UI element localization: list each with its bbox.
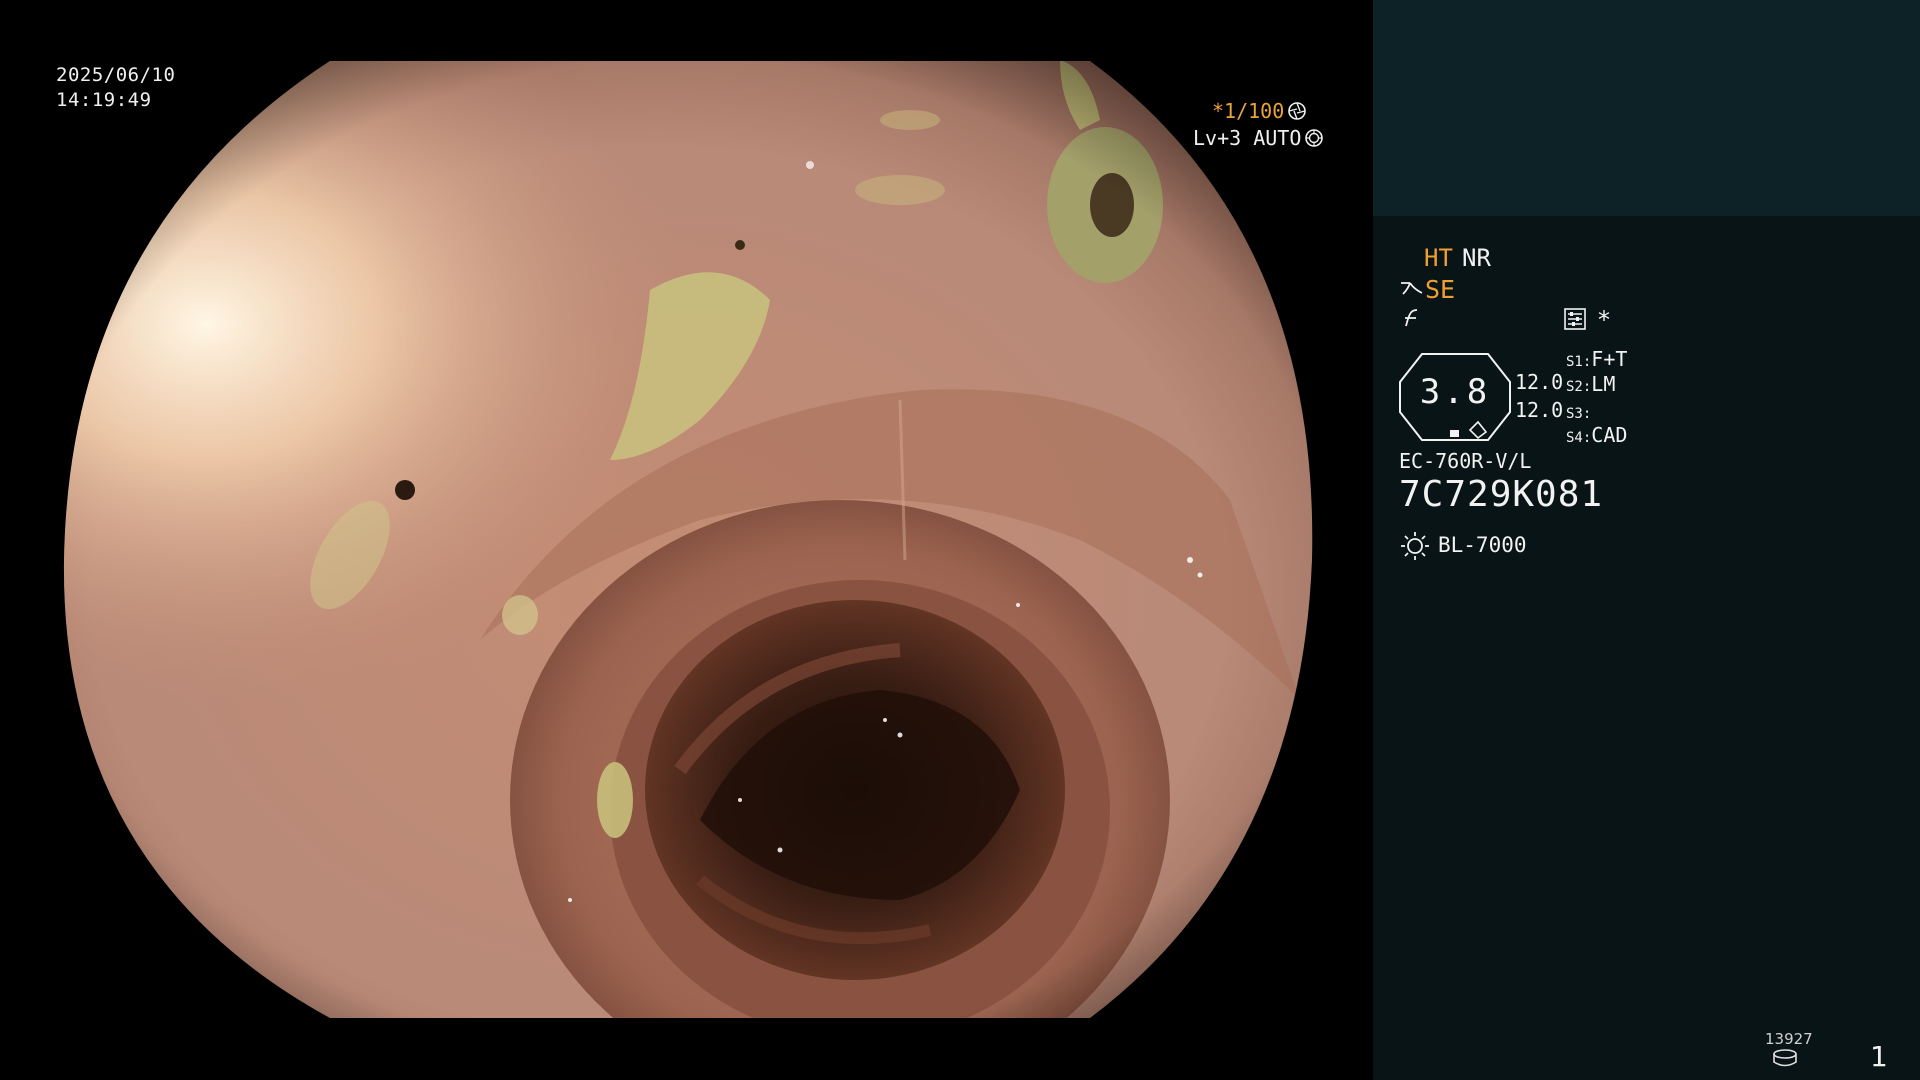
brightness-level: Lv+3 AUTO xyxy=(1193,126,1324,150)
shutter-speed-value: *1/100 xyxy=(1212,99,1285,123)
value-2: 12.0 xyxy=(1515,398,1564,422)
scope-switch-4-key: S4: xyxy=(1566,430,1592,446)
scope-switch-2-key: S2: xyxy=(1566,379,1592,395)
asterisk-indicator: * xyxy=(1598,306,1610,334)
light-source-icon xyxy=(1401,532,1429,560)
scope-switch-3: S3: xyxy=(1566,399,1591,423)
brightness-level-value: Lv+3 AUTO xyxy=(1193,126,1302,150)
nr-indicator: NR xyxy=(1462,244,1491,272)
se-indicator: SE xyxy=(1425,275,1456,304)
exam-time: 14:19:49 xyxy=(56,89,152,111)
ht-indicator: HT xyxy=(1424,244,1453,272)
iris-icon xyxy=(1305,129,1324,147)
scope-switch-1: S1:F+T xyxy=(1566,347,1627,371)
thumbnail-panel xyxy=(1373,0,1920,216)
zoom-value: 3.8 xyxy=(1419,372,1491,412)
page-number: 1 xyxy=(1870,1040,1888,1073)
scope-switch-4: S4:CAD xyxy=(1566,423,1627,447)
storage-disk-icon xyxy=(1773,1049,1797,1067)
scope-switch-2-value: LM xyxy=(1591,372,1616,396)
exam-date: 2025/06/10 xyxy=(56,64,176,86)
scope-switch-3-key: S3: xyxy=(1566,406,1592,422)
scope-switch-1-key: S1: xyxy=(1566,354,1592,370)
status-panel xyxy=(1373,216,1920,1080)
freeze-icon xyxy=(1405,309,1418,327)
value-1: 12.0 xyxy=(1515,370,1564,394)
structure-enhance-icon xyxy=(1401,282,1423,295)
image-count: 13927 xyxy=(1765,1030,1813,1048)
endoscope-image xyxy=(63,61,1313,1018)
light-source-model: BL-7000 xyxy=(1438,533,1527,557)
shutter-speed: *1/100 xyxy=(1212,99,1307,123)
endoscope-view: 2025/06/10 14:19:49 *1/100 Lv+3 AUTO xyxy=(0,0,1372,1080)
scope-model: EC-760R-V/L xyxy=(1399,449,1532,473)
scope-switch-2: S2:LM xyxy=(1566,372,1615,396)
scope-serial: 7C729K081 xyxy=(1399,474,1604,515)
settings-list-icon xyxy=(1564,308,1586,330)
scope-switch-1-value: F+T xyxy=(1591,347,1628,371)
scope-switch-4-value: CAD xyxy=(1591,423,1628,447)
aperture-icon xyxy=(1288,102,1307,120)
